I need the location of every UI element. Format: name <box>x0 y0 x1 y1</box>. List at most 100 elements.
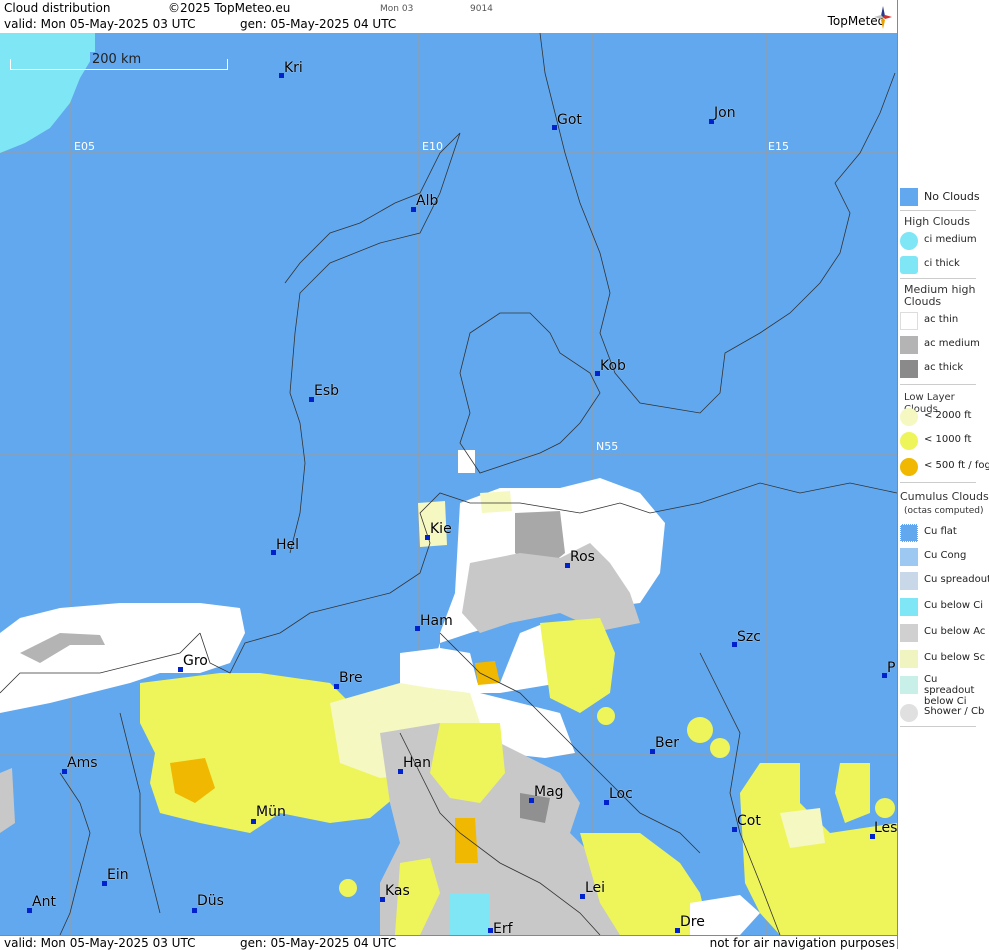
city-label[interactable]: Ant <box>32 894 56 910</box>
legend-no-clouds: No Clouds <box>898 186 989 206</box>
city-label[interactable]: Ams <box>67 755 98 771</box>
footer-valid-time: valid: Mon 05-May-2025 03 UTC <box>4 936 196 950</box>
city-label[interactable]: Han <box>403 755 431 771</box>
map-layer <box>0 33 897 935</box>
legend-label: ac thick <box>924 362 964 373</box>
header-bar: Cloud distribution ©2025 TopMeteo.eu Mon… <box>0 0 897 34</box>
swatch-cu-cong <box>900 548 918 566</box>
legend-cu-spread-below-ci: Cu spreadout below Ci <box>898 674 989 707</box>
legend-label: ci thick <box>924 258 960 269</box>
legend-low-500: < 500 ft / fog <box>898 456 989 476</box>
city-label[interactable]: Cot <box>737 813 761 829</box>
legend-label: < 2000 ft <box>924 410 972 421</box>
legend-ci-thick: ci thick <box>898 254 989 274</box>
city-label[interactable]: Gro <box>183 653 208 669</box>
city-label[interactable]: Ham <box>420 613 453 629</box>
swatch-shower <box>900 704 918 722</box>
legend-ac-thin: ac thin <box>898 310 989 330</box>
grid-label-n55: N55 <box>596 440 619 453</box>
swatch-cu-flat <box>900 524 918 542</box>
swatch-low-500 <box>900 458 918 476</box>
legend-cu-flat: Cu flat <box>898 522 989 542</box>
city-label[interactable]: Kas <box>385 883 410 899</box>
city-label[interactable]: Ber <box>655 735 679 751</box>
legend-cu-cong: Cu Cong <box>898 546 989 566</box>
valid-time: valid: Mon 05-May-2025 03 UTC <box>4 17 196 31</box>
header-code: 9014 <box>470 4 493 14</box>
low-cloud-east <box>740 763 897 935</box>
swatch-cu-spread-below-ci <box>900 676 918 694</box>
legend-cu-below-sc: Cu below Sc <box>898 648 989 668</box>
legend-low-1000: < 1000 ft <box>898 430 989 450</box>
grid-label-e10: E10 <box>422 140 443 153</box>
legend-cu-below-ci: Cu below Ci <box>898 596 989 616</box>
city-label[interactable]: P <box>887 660 895 676</box>
legend-cu-sub: (octas computed) <box>904 506 984 516</box>
swatch-cu-below-ci <box>900 598 918 616</box>
swatch-low-1000 <box>900 432 918 450</box>
city-label[interactable]: Ros <box>570 549 595 565</box>
legend-ci-medium: ci medium <box>898 230 989 250</box>
legend-shower: Shower / Cb <box>898 702 989 722</box>
city-label[interactable]: Kob <box>600 358 626 374</box>
city-label[interactable]: Jon <box>714 105 736 121</box>
swatch-low-2000 <box>900 408 918 426</box>
legend-label: Cu below Ci <box>924 600 984 611</box>
legend-label: Cu Cong <box>924 550 967 561</box>
swatch-cu-below-ac <box>900 624 918 642</box>
city-label[interactable]: Ein <box>107 867 129 883</box>
legend-cu-header: Cumulus Clouds <box>900 490 989 503</box>
legend-label: Cu below Ac <box>924 626 986 637</box>
city-label[interactable]: Lei <box>585 880 605 896</box>
city-label[interactable]: Düs <box>197 893 224 909</box>
swatch-no-clouds <box>900 188 918 206</box>
swatch-cu-spreadout <box>900 572 918 590</box>
city-label[interactable]: Alb <box>416 193 438 209</box>
city-label[interactable]: Erf <box>493 921 513 935</box>
legend-label: < 1000 ft <box>924 434 972 445</box>
legend-label: No Clouds <box>924 190 980 203</box>
cloud-map[interactable]: 200 km E05 E10 E15 N55 Kri Got Jon Alb K… <box>0 33 897 935</box>
city-label[interactable]: Loc <box>609 786 633 802</box>
ci-area <box>0 33 95 153</box>
city-label[interactable]: Szc <box>737 629 761 645</box>
legend-high-header: High Clouds <box>904 215 970 228</box>
swatch-cu-below-sc <box>900 650 918 668</box>
footer-bar: valid: Mon 05-May-2025 03 UTC gen: 05-Ma… <box>0 935 897 950</box>
legend-label: ci medium <box>924 234 977 245</box>
map-title: Cloud distribution <box>4 1 111 15</box>
legend-low-2000: < 2000 ft <box>898 406 989 426</box>
grid-label-e05: E05 <box>74 140 95 153</box>
legend-label: Cu spreadout <box>924 574 989 585</box>
grid-label-e15: E15 <box>768 140 789 153</box>
header-tag: Mon 03 <box>380 4 414 14</box>
city-label[interactable]: Les <box>874 820 897 836</box>
legend-medium-header: Medium high Clouds <box>904 283 976 308</box>
generated-time: gen: 05-May-2025 04 UTC <box>240 17 397 31</box>
city-label[interactable]: Bre <box>339 670 363 686</box>
legend-label: ac thin <box>924 314 959 325</box>
copyright: ©2025 TopMeteo.eu <box>168 1 291 15</box>
city-label[interactable]: Kie <box>430 521 452 537</box>
swatch-ac-thick <box>900 360 918 378</box>
city-label[interactable]: Kri <box>284 60 303 76</box>
swatch-ac-medium <box>900 336 918 354</box>
legend-ac-medium: ac medium <box>898 334 989 354</box>
legend-label: Shower / Cb <box>924 706 985 717</box>
swatch-ac-thin <box>900 312 918 330</box>
compass-star-icon <box>874 6 892 29</box>
legend-label: ac medium <box>924 338 980 349</box>
city-label[interactable]: Mag <box>534 784 564 800</box>
swatch-ci-medium <box>900 232 918 250</box>
legend-panel: No Clouds High Clouds ci medium ci thick… <box>897 0 989 949</box>
city-label[interactable]: Got <box>557 112 582 128</box>
footer-generated-time: gen: 05-May-2025 04 UTC <box>240 936 397 950</box>
city-label[interactable]: Esb <box>314 383 339 399</box>
city-label[interactable]: Mün <box>256 804 286 820</box>
legend-label: Cu below Sc <box>924 652 986 663</box>
city-label[interactable]: Hel <box>276 537 299 553</box>
footer-disclaimer: not for air navigation purposes <box>709 936 895 950</box>
city-label[interactable]: Dre <box>680 914 705 930</box>
legend-cu-spreadout: Cu spreadout <box>898 570 989 590</box>
legend-cu-below-ac: Cu below Ac <box>898 622 989 642</box>
